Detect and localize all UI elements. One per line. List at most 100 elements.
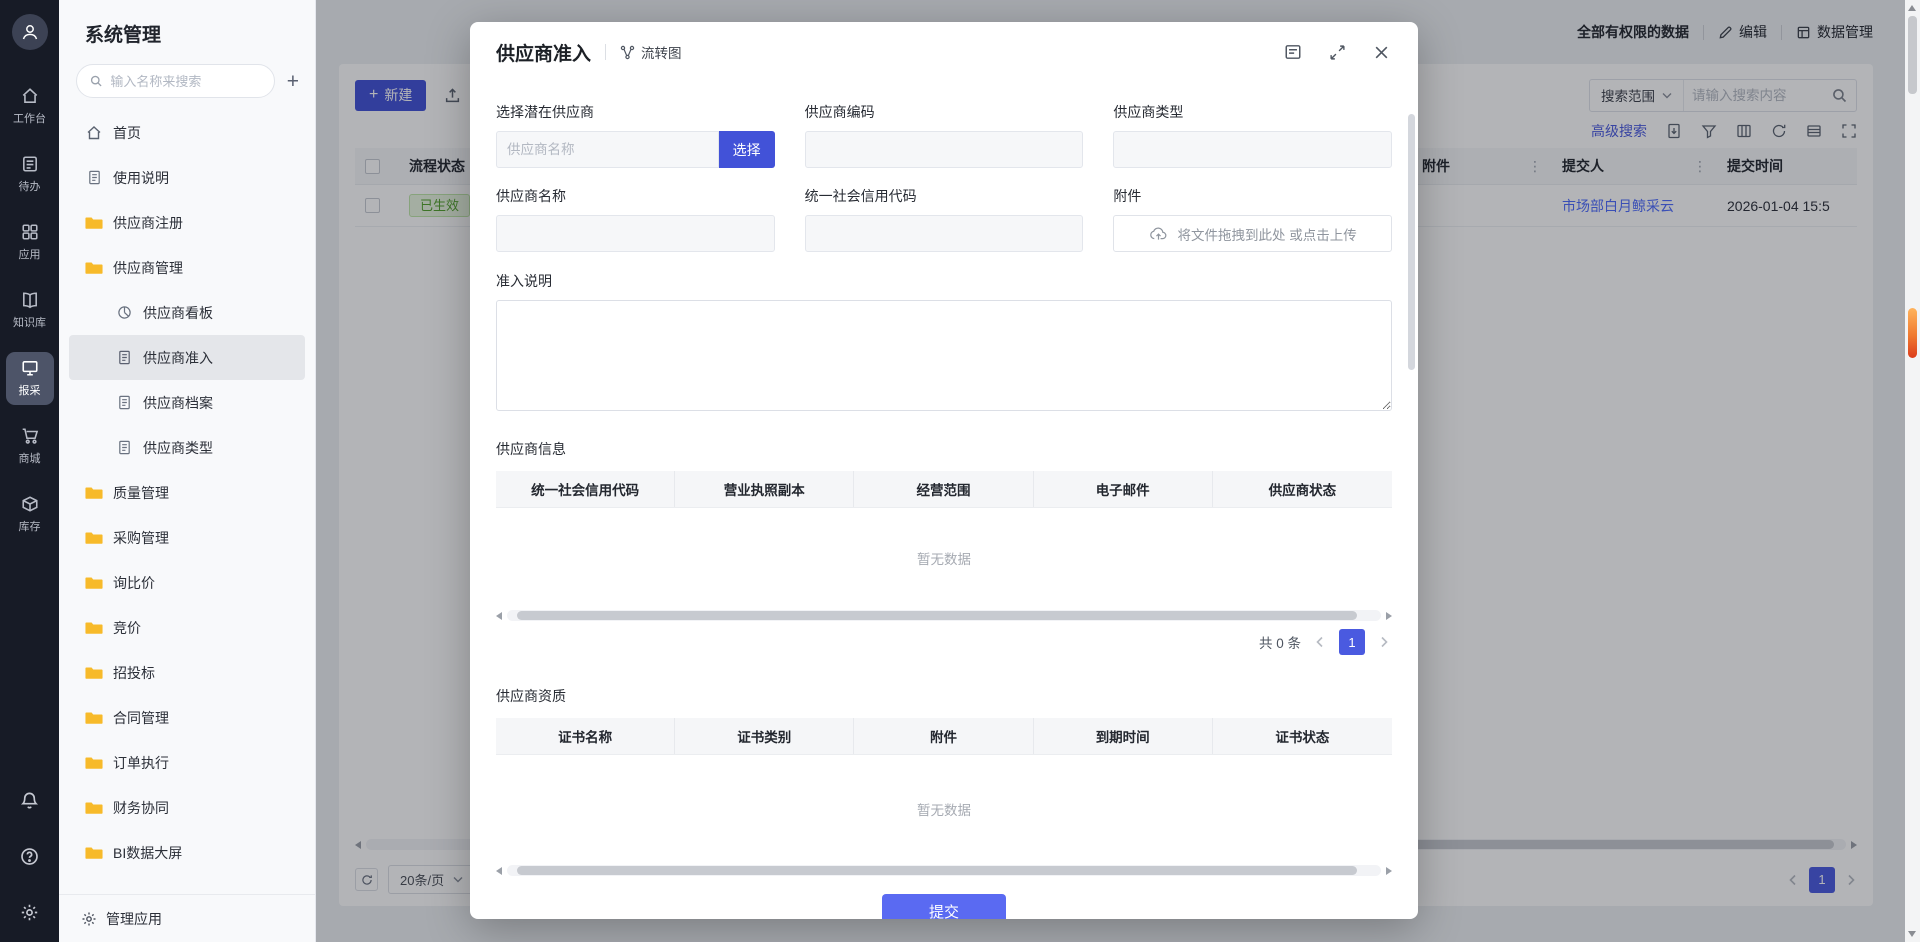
notifications-bell-icon[interactable] — [16, 786, 44, 814]
table-horizontal-scrollbar — [496, 863, 1392, 878]
gear-icon — [81, 911, 97, 927]
field-label: 供应商编码 — [805, 102, 1084, 122]
modal-scrollbar-thumb[interactable] — [1408, 114, 1415, 370]
manage-apps-label: 管理应用 — [106, 909, 162, 929]
scrollbar-track[interactable] — [507, 865, 1381, 876]
add-menu-plus-icon[interactable]: + — [287, 71, 299, 92]
sidebar-item-supplier-access[interactable]: 供应商准入 — [69, 335, 305, 380]
sidebar-item-instructions[interactable]: 使用说明 — [69, 155, 305, 200]
rail-item-mall[interactable]: 商城 — [6, 420, 54, 473]
sidebar-item-home[interactable]: 首页 — [69, 110, 305, 155]
sidebar-item-bidding[interactable]: 竞价 — [69, 605, 305, 650]
page-scrollbar — [1905, 0, 1920, 942]
page-scrollbar-thumb[interactable] — [1908, 16, 1917, 94]
rail-item-knowledge[interactable]: 知识库 — [6, 284, 54, 337]
sidebar-search-input[interactable] — [110, 74, 260, 89]
scrollbar-thumb[interactable] — [517, 611, 1357, 620]
supplier-qualification-section-title: 供应商资质 — [496, 686, 1392, 706]
manage-apps-button[interactable]: 管理应用 — [59, 894, 315, 942]
credit-code-input[interactable] — [816, 226, 1073, 241]
scrollbar-thumb[interactable] — [517, 866, 1357, 875]
prev-page-arrow[interactable] — [1314, 636, 1326, 648]
modal-body: 选择潜在供应商 选择 供应商编码 供应商类型 供应商名称 统一社会信用代码 — [470, 82, 1418, 919]
credit-code-field: 统一社会信用代码 — [805, 186, 1084, 252]
sidebar-item-purchasing[interactable]: 采购管理 — [69, 515, 305, 560]
next-page-arrow[interactable] — [1378, 636, 1390, 648]
remark-textarea[interactable] — [496, 300, 1392, 411]
supplier-qualification-table: 证书名称 证书类别 附件 到期时间 证书状态 暂无数据 — [496, 718, 1392, 878]
scroll-down-arrow[interactable] — [1908, 931, 1916, 937]
sidebar-item-supplier-dashboard[interactable]: 供应商看板 — [69, 290, 305, 335]
potential-supplier-input[interactable] — [507, 142, 708, 157]
select-supplier-button[interactable]: 选择 — [719, 131, 775, 168]
sidebar-item-label: 合同管理 — [113, 708, 169, 728]
supplier-type-field: 供应商类型 — [1113, 102, 1392, 168]
sidebar-item-label: 采购管理 — [113, 528, 169, 548]
sidebar-item-bi-screen[interactable]: BI数据大屏 — [69, 830, 305, 875]
scroll-right-arrow[interactable] — [1386, 867, 1392, 875]
scroll-up-arrow[interactable] — [1908, 5, 1916, 11]
rail-item-workbench[interactable]: 工作台 — [6, 80, 54, 133]
close-icon[interactable] — [1373, 44, 1390, 61]
remark-field: 准入说明 — [496, 271, 1392, 414]
field-label: 供应商类型 — [1113, 102, 1392, 122]
scroll-left-arrow[interactable] — [496, 612, 502, 620]
flow-chart-icon — [620, 45, 635, 60]
potential-supplier-field: 选择潜在供应商 选择 — [496, 102, 775, 168]
help-icon[interactable] — [16, 842, 44, 870]
column-label: 营业执照副本 — [675, 471, 854, 507]
flow-chart-label: 流转图 — [641, 42, 682, 62]
rail-item-inventory[interactable]: 库存 — [6, 488, 54, 541]
supplier-code-input[interactable] — [816, 142, 1073, 157]
supplier-name-input[interactable] — [507, 226, 764, 241]
supplier-info-table: 统一社会信用代码 营业执照副本 经营范围 电子邮件 供应商状态 暂无数据 共 0… — [496, 471, 1392, 661]
rail-item-apps[interactable]: 应用 — [6, 216, 54, 269]
folder-open-icon — [85, 260, 103, 275]
scroll-left-arrow[interactable] — [496, 867, 502, 875]
apps-grid-icon — [21, 223, 39, 241]
sidebar-item-label: BI数据大屏 — [113, 843, 182, 863]
rail-item-todo[interactable]: 待办 — [6, 148, 54, 201]
folder-icon — [85, 845, 103, 860]
sidebar-item-supplier-archive[interactable]: 供应商档案 — [69, 380, 305, 425]
sidebar-item-supplier-type[interactable]: 供应商类型 — [69, 425, 305, 470]
scroll-position-marker[interactable] — [1908, 308, 1917, 358]
sidebar-item-contracts[interactable]: 合同管理 — [69, 695, 305, 740]
book-icon — [21, 291, 39, 309]
sidebar-item-supplier-register[interactable]: 供应商注册 — [69, 200, 305, 245]
rail-item-label: 知识库 — [13, 314, 46, 330]
column-label: 证书名称 — [496, 718, 675, 754]
sidebar-item-quality[interactable]: 质量管理 — [69, 470, 305, 515]
fullscreen-icon[interactable] — [1329, 44, 1346, 61]
flow-chart-link[interactable]: 流转图 — [620, 42, 682, 62]
sidebar: 系统管理 + 首页 使用说明 供应商注册 供应商管理 供应商看板 — [59, 0, 316, 942]
attachment-field: 附件 将文件拖拽到此处 或点击上传 — [1113, 186, 1392, 252]
document-icon — [115, 395, 133, 410]
modal-title: 供应商准入 — [496, 39, 591, 66]
sidebar-item-orders[interactable]: 订单执行 — [69, 740, 305, 785]
form-view-icon[interactable] — [1284, 43, 1302, 61]
cloud-upload-icon — [1149, 226, 1168, 241]
user-avatar[interactable] — [12, 14, 48, 50]
folder-icon — [85, 575, 103, 590]
sidebar-item-tendering[interactable]: 招投标 — [69, 650, 305, 695]
scroll-right-arrow[interactable] — [1386, 612, 1392, 620]
scrollbar-track[interactable] — [507, 610, 1381, 621]
supplier-type-input[interactable] — [1124, 142, 1381, 157]
column-label: 供应商状态 — [1213, 471, 1392, 507]
modal-header: 供应商准入 流转图 — [470, 22, 1418, 82]
sidebar-item-label: 使用说明 — [113, 168, 169, 188]
rail-item-label: 应用 — [19, 246, 41, 262]
sidebar-search — [76, 64, 275, 98]
current-page-button[interactable]: 1 — [1339, 629, 1365, 655]
settings-gear-icon[interactable] — [16, 898, 44, 926]
column-label: 证书状态 — [1213, 718, 1392, 754]
modal-header-icons — [1284, 43, 1390, 61]
sidebar-item-rfq[interactable]: 询比价 — [69, 560, 305, 605]
sidebar-item-finance[interactable]: 财务协同 — [69, 785, 305, 830]
column-label: 到期时间 — [1034, 718, 1213, 754]
sidebar-item-supplier-management[interactable]: 供应商管理 — [69, 245, 305, 290]
submit-button[interactable]: 提交 — [882, 894, 1006, 919]
rail-item-procurement[interactable]: 报采 — [6, 352, 54, 405]
file-upload-dropzone[interactable]: 将文件拖拽到此处 或点击上传 — [1113, 215, 1392, 252]
